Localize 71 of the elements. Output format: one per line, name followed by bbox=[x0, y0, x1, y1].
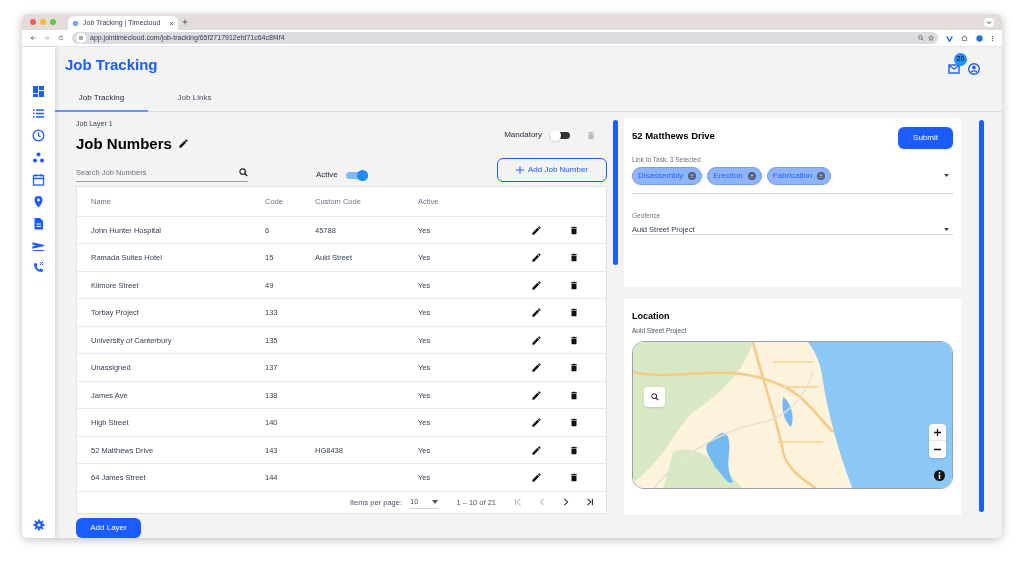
edit-icon[interactable] bbox=[531, 417, 542, 429]
profile-icon[interactable] bbox=[976, 34, 983, 42]
remove-icon[interactable] bbox=[747, 171, 756, 180]
settings-icon[interactable] bbox=[32, 519, 45, 531]
menu-icon[interactable] bbox=[991, 34, 994, 42]
scrollbar-thumb[interactable] bbox=[979, 120, 984, 512]
active-toggle[interactable] bbox=[345, 169, 368, 180]
trash-icon[interactable] bbox=[569, 252, 579, 264]
trash-icon[interactable] bbox=[569, 417, 579, 429]
last-page-icon[interactable] bbox=[586, 498, 594, 507]
edit-icon[interactable] bbox=[177, 138, 189, 150]
edit-icon[interactable] bbox=[531, 307, 542, 319]
close-icon[interactable] bbox=[169, 20, 174, 26]
mandatory-toggle[interactable] bbox=[550, 130, 570, 140]
chevron-down-icon[interactable] bbox=[984, 17, 994, 27]
edit-icon[interactable] bbox=[531, 279, 542, 291]
trash-icon[interactable] bbox=[569, 444, 579, 456]
three-dots-icon[interactable] bbox=[32, 151, 45, 164]
edit-icon[interactable] bbox=[531, 224, 542, 236]
layer-title: Job Numbers bbox=[76, 133, 172, 154]
next-page-icon[interactable] bbox=[562, 498, 570, 507]
map-pin-icon[interactable] bbox=[32, 195, 45, 208]
star-icon[interactable] bbox=[928, 35, 934, 41]
active-label: Active bbox=[316, 168, 338, 181]
remove-icon[interactable] bbox=[688, 171, 697, 180]
edit-icon[interactable] bbox=[531, 444, 542, 456]
zoom-icon[interactable] bbox=[918, 35, 924, 41]
back-icon[interactable] bbox=[30, 35, 36, 41]
add-layer-button[interactable]: Add Layer bbox=[76, 517, 141, 538]
dashboard-icon[interactable] bbox=[32, 85, 45, 98]
reload-icon[interactable] bbox=[58, 35, 64, 41]
calendar-icon[interactable] bbox=[32, 173, 45, 186]
edit-icon[interactable] bbox=[531, 252, 542, 264]
edit-icon[interactable] bbox=[531, 334, 542, 346]
edit-icon[interactable] bbox=[531, 472, 542, 484]
map-search-button[interactable] bbox=[644, 387, 665, 408]
plus-icon bbox=[934, 428, 941, 436]
edit-icon[interactable] bbox=[531, 362, 542, 374]
user-icon[interactable] bbox=[968, 63, 980, 75]
page-title: Job Tracking bbox=[65, 54, 158, 75]
list-icon[interactable] bbox=[32, 107, 45, 120]
search-icon bbox=[239, 167, 248, 177]
dropdown-arrow-icon bbox=[944, 227, 949, 231]
remove-icon[interactable] bbox=[817, 171, 826, 180]
document-icon[interactable] bbox=[32, 217, 45, 230]
scrollbar-thumb[interactable] bbox=[613, 120, 618, 265]
dropdown-arrow-icon bbox=[944, 174, 949, 178]
trash-icon[interactable] bbox=[569, 307, 579, 319]
trash-icon[interactable] bbox=[569, 472, 579, 484]
trash-icon[interactable] bbox=[569, 279, 579, 291]
extension-icon[interactable] bbox=[946, 34, 953, 42]
plus-icon bbox=[516, 165, 524, 174]
tab[interactable]: Job Links bbox=[148, 85, 241, 112]
job-title: 52 Matthews Drive bbox=[632, 129, 715, 143]
trash-icon[interactable] bbox=[569, 362, 579, 374]
location-title: Location bbox=[632, 310, 671, 323]
trash-icon[interactable] bbox=[569, 224, 579, 236]
mail-icon[interactable] bbox=[948, 64, 960, 74]
add-job-number-button[interactable]: Add Job Number bbox=[497, 157, 607, 182]
trash-icon[interactable] bbox=[569, 389, 579, 401]
tab[interactable]: Job Tracking bbox=[55, 85, 148, 112]
trash-icon[interactable] bbox=[569, 334, 579, 346]
mandatory-label: Mandatory bbox=[504, 129, 542, 141]
new-tab-icon[interactable] bbox=[182, 19, 188, 25]
dropdown-arrow-icon bbox=[432, 499, 439, 504]
submit-button[interactable]: Submit bbox=[898, 127, 953, 149]
phone-icon[interactable] bbox=[32, 261, 45, 274]
clock-icon[interactable] bbox=[32, 129, 45, 142]
search-icon bbox=[650, 393, 659, 402]
edit-icon[interactable] bbox=[531, 389, 542, 401]
info-icon[interactable] bbox=[934, 470, 945, 482]
